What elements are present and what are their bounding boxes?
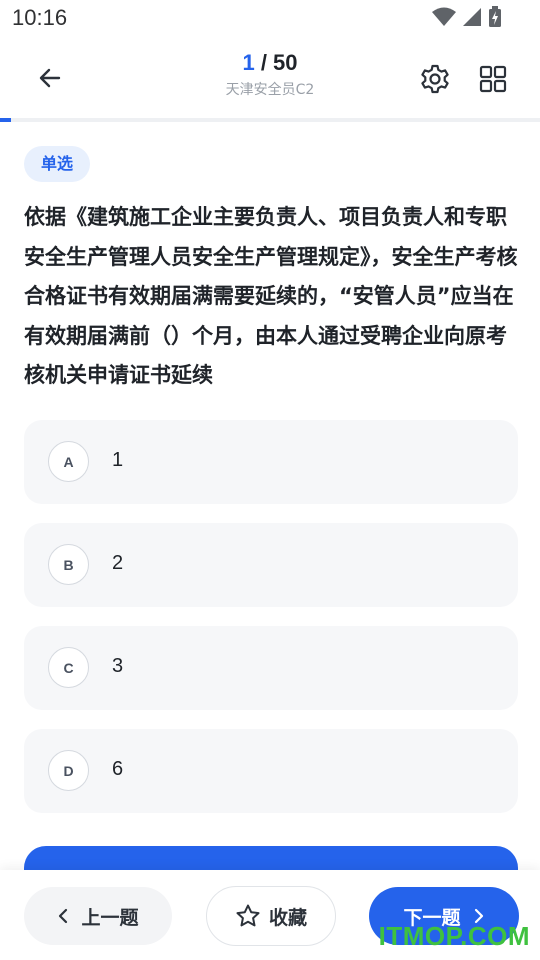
option-letter: D	[48, 750, 89, 791]
option-letter: A	[48, 441, 89, 482]
previous-question-label: 上一题	[81, 906, 139, 929]
question-progress: 1 / 50	[170, 50, 370, 76]
favorite-label: 收藏	[268, 906, 307, 929]
back-button[interactable]	[30, 58, 70, 98]
option-text: 6	[112, 758, 124, 780]
grid-icon	[479, 65, 507, 93]
header: 1 / 50 天津安全员C2	[0, 36, 540, 118]
progress-bar-fill	[0, 118, 11, 122]
status-time: 10:16	[12, 5, 68, 30]
current-question-number: 1	[242, 50, 255, 75]
wifi-icon	[432, 7, 456, 31]
signal-icon	[462, 7, 482, 31]
option-c[interactable]: C 3	[24, 626, 518, 710]
chevron-left-icon	[59, 908, 68, 924]
back-arrow-icon	[39, 68, 61, 88]
watermark: ITMOP.COM	[378, 921, 530, 951]
option-a[interactable]: A 1	[24, 420, 518, 504]
question-text: 依据《建筑施工企业主要负责人、项目负责人和专职安全生产管理人员安全生产管理规定》…	[24, 205, 518, 387]
option-b[interactable]: B 2	[24, 523, 518, 607]
option-text: 1	[112, 449, 124, 471]
star-icon	[236, 904, 260, 927]
status-icons	[432, 6, 502, 32]
header-title: 1 / 50 天津安全员C2	[170, 50, 370, 99]
progress-separator: /	[254, 50, 274, 75]
status-bar: 10:16	[0, 0, 540, 36]
options-list: A 1 B 2 C 3 D 6	[24, 420, 518, 832]
option-d[interactable]: D 6	[24, 729, 518, 813]
gear-icon	[421, 64, 449, 94]
previous-question-button[interactable]: 上一题	[24, 887, 172, 945]
question-type-badge: 单选	[24, 146, 91, 182]
option-text: 2	[112, 552, 124, 574]
option-text: 3	[112, 655, 124, 677]
exam-subtitle: 天津安全员C2	[225, 82, 315, 98]
option-letter: C	[48, 647, 89, 688]
answer-sheet-button[interactable]	[472, 58, 514, 100]
battery-charging-icon	[488, 6, 502, 32]
progress-bar	[0, 118, 540, 122]
settings-button[interactable]	[414, 58, 456, 100]
option-letter: B	[48, 544, 89, 585]
total-question-count: 50	[273, 50, 298, 75]
favorite-button[interactable]: 收藏	[206, 886, 336, 946]
